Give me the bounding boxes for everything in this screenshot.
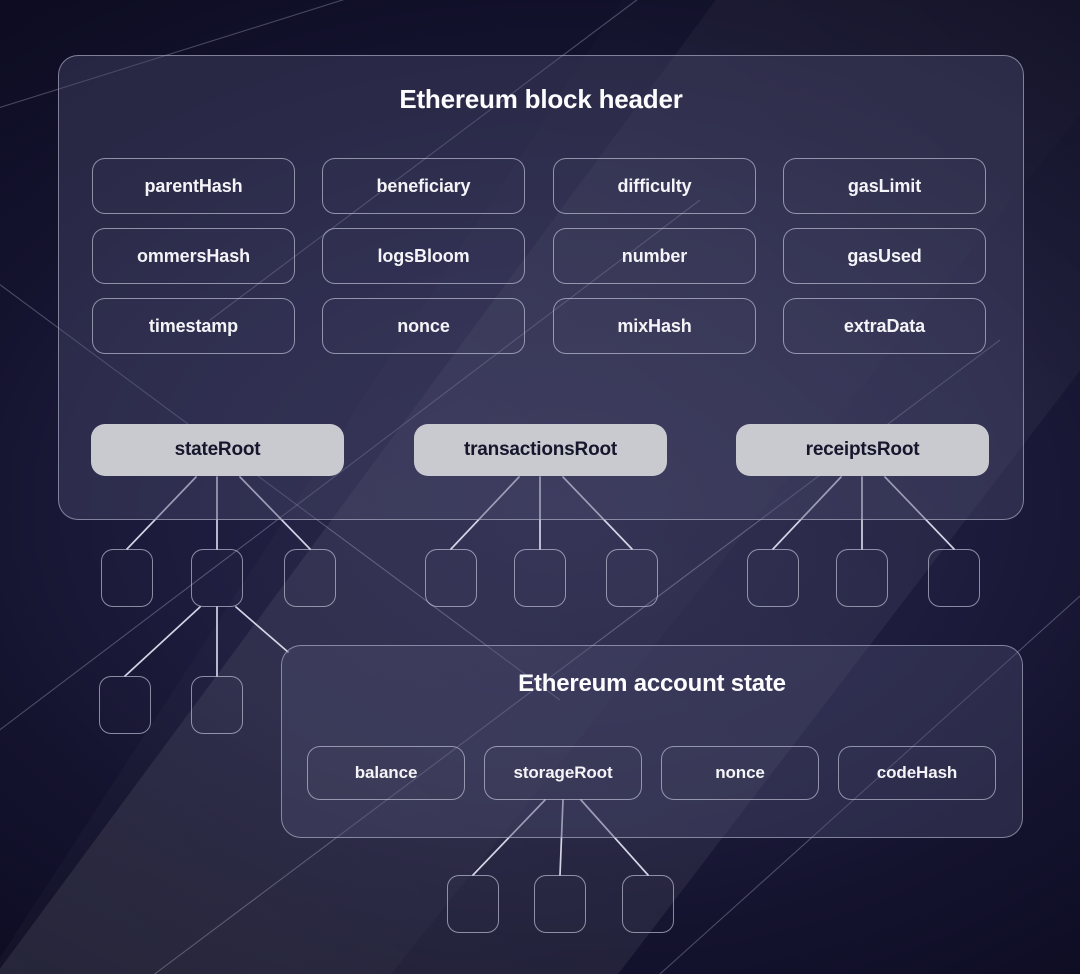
trie-node-t2 xyxy=(514,549,566,607)
edge-s2-to-account-panel xyxy=(235,606,289,653)
header-field-number: number xyxy=(553,228,756,284)
account-field-balance: balance xyxy=(307,746,465,800)
trie-node-r2 xyxy=(836,549,888,607)
trie-node-s1 xyxy=(101,549,153,607)
header-field-timestamp: timestamp xyxy=(92,298,295,354)
trie-node-s3 xyxy=(284,549,336,607)
block-header-title: Ethereum block header xyxy=(399,84,683,114)
trie-node-g3 xyxy=(622,875,674,933)
account-state-title: Ethereum account state xyxy=(518,670,786,697)
header-field-gasused: gasUsed xyxy=(783,228,986,284)
header-field-logsbloom: logsBloom xyxy=(322,228,525,284)
root-node-receiptsroot: receiptsRoot xyxy=(736,424,989,476)
trie-node-g2 xyxy=(534,875,586,933)
account-field-storageroot: storageRoot xyxy=(484,746,642,800)
header-field-parenthash: parentHash xyxy=(92,158,295,214)
root-node-stateroot: stateRoot xyxy=(91,424,344,476)
account-field-nonce: nonce xyxy=(661,746,819,800)
header-field-difficulty: difficulty xyxy=(553,158,756,214)
trie-node-g1 xyxy=(447,875,499,933)
header-field-ommershash: ommersHash xyxy=(92,228,295,284)
diagram-canvas: Ethereum block header parentHash benefici… xyxy=(0,0,1080,974)
trie-node-s2b xyxy=(191,676,243,734)
trie-node-s2 xyxy=(191,549,243,607)
trie-node-t3 xyxy=(606,549,658,607)
root-node-transactionsroot: transactionsRoot xyxy=(414,424,667,476)
edge-s2-to-s2a xyxy=(124,606,201,677)
header-field-mixhash: mixHash xyxy=(553,298,756,354)
account-state-panel: Ethereum account state xyxy=(281,645,1023,838)
trie-node-r3 xyxy=(928,549,980,607)
header-field-nonce: nonce xyxy=(322,298,525,354)
trie-node-t1 xyxy=(425,549,477,607)
trie-node-s2a xyxy=(99,676,151,734)
trie-node-r1 xyxy=(747,549,799,607)
account-field-codehash: codeHash xyxy=(838,746,996,800)
header-field-extradata: extraData xyxy=(783,298,986,354)
header-field-beneficiary: beneficiary xyxy=(322,158,525,214)
header-field-gaslimit: gasLimit xyxy=(783,158,986,214)
